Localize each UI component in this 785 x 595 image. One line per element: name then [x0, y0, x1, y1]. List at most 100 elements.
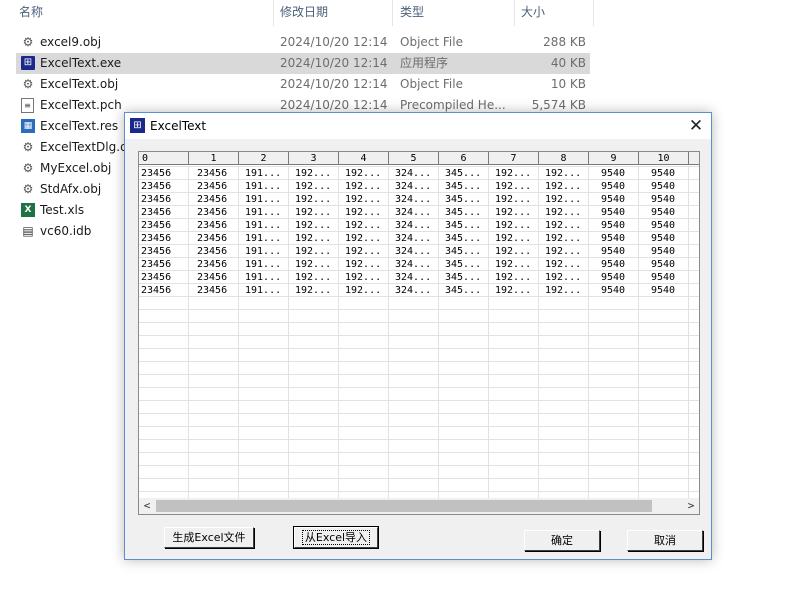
table-cell[interactable]: 23456 — [141, 180, 187, 193]
table-cell[interactable]: 192... — [295, 271, 337, 284]
table-cell[interactable]: 23456 — [197, 245, 237, 258]
table-cell[interactable]: 345... — [445, 271, 487, 284]
table-cell[interactable]: 23456 — [141, 271, 187, 284]
table-cell[interactable]: 345... — [445, 206, 487, 219]
table-cell[interactable]: 324... — [395, 232, 437, 245]
table-cell[interactable]: 192... — [295, 167, 337, 180]
table-cell[interactable]: 191... — [245, 232, 287, 245]
table-cell[interactable]: 192... — [345, 258, 387, 271]
close-icon[interactable]: ✕ — [681, 113, 711, 139]
table-cell[interactable]: 23456 — [141, 245, 187, 258]
column-header-cell[interactable]: 4 — [339, 152, 389, 165]
table-cell[interactable]: 191... — [245, 219, 287, 232]
table-cell[interactable]: 23456 — [141, 284, 187, 297]
table-cell[interactable]: 192... — [545, 206, 587, 219]
table-cell[interactable]: 192... — [295, 193, 337, 206]
table-cell[interactable]: 9540 — [651, 180, 687, 193]
table-cell[interactable]: 192... — [545, 258, 587, 271]
table-cell[interactable]: 192... — [495, 193, 537, 206]
table-cell[interactable]: 345... — [445, 180, 487, 193]
table-cell[interactable]: 192... — [545, 271, 587, 284]
table-cell[interactable]: 324... — [395, 258, 437, 271]
table-cell[interactable]: 191... — [245, 245, 287, 258]
horizontal-scrollbar[interactable]: < > — [139, 498, 699, 514]
table-cell[interactable]: 192... — [495, 167, 537, 180]
column-header-type[interactable]: 类型 — [400, 0, 424, 26]
table-cell[interactable]: 191... — [245, 284, 287, 297]
column-divider[interactable] — [593, 0, 594, 26]
table-cell[interactable]: 345... — [445, 284, 487, 297]
table-cell[interactable]: 9540 — [601, 232, 637, 245]
table-cell[interactable]: 192... — [495, 258, 537, 271]
table-cell[interactable]: 23456 — [197, 284, 237, 297]
scroll-right-icon[interactable]: > — [683, 498, 699, 514]
table-row[interactable]: 23456 23456 191... 192... 192... 324... 345...… — [139, 206, 699, 219]
table-cell[interactable]: 23456 — [141, 206, 187, 219]
table-cell[interactable]: 192... — [345, 180, 387, 193]
table-cell[interactable]: 9540 — [651, 232, 687, 245]
table-row[interactable]: 23456 23456 191... 192... 192... 324... 345...… — [139, 180, 699, 193]
table-cell[interactable]: 9540 — [601, 180, 637, 193]
table-cell[interactable]: 192... — [295, 180, 337, 193]
table-cell[interactable]: 23456 — [197, 219, 237, 232]
table-row[interactable]: 23456 23456 191... 192... 192... 324... 345...… — [139, 167, 699, 180]
table-cell[interactable]: 192... — [495, 180, 537, 193]
table-cell[interactable]: 9540 — [651, 193, 687, 206]
dialog-titlebar[interactable]: ⊞ ExcelText ✕ — [125, 113, 711, 139]
table-row[interactable]: 23456 23456 191... 192... 192... 324... 345...… — [139, 232, 699, 245]
table-cell[interactable]: 23456 — [141, 232, 187, 245]
column-header-cell[interactable]: 0 — [139, 152, 189, 165]
table-cell[interactable]: 23456 — [141, 258, 187, 271]
column-header-cell[interactable]: 9 — [589, 152, 639, 165]
table-cell[interactable]: 192... — [495, 271, 537, 284]
table-cell[interactable]: 324... — [395, 193, 437, 206]
table-cell[interactable]: 345... — [445, 245, 487, 258]
table-cell[interactable]: 192... — [295, 245, 337, 258]
table-row[interactable]: 23456 23456 191... 192... 192... 324... 345...… — [139, 258, 699, 271]
column-divider[interactable] — [514, 0, 515, 26]
table-cell[interactable]: 192... — [345, 232, 387, 245]
table-cell[interactable]: 191... — [245, 206, 287, 219]
table-cell[interactable]: 9540 — [651, 206, 687, 219]
column-header-cell[interactable]: 10 — [639, 152, 689, 165]
table-cell[interactable]: 345... — [445, 232, 487, 245]
data-grid[interactable]: 0 1 2 3 4 5 6 7 8 9 10 23456 23456 191... 192... 192..… — [138, 151, 700, 515]
table-cell[interactable]: 345... — [445, 167, 487, 180]
column-header-cell[interactable] — [689, 152, 699, 165]
table-cell[interactable]: 23456 — [141, 219, 187, 232]
table-cell[interactable]: 23456 — [141, 167, 187, 180]
table-cell[interactable]: 324... — [395, 245, 437, 258]
table-cell[interactable]: 9540 — [601, 284, 637, 297]
table-cell[interactable]: 9540 — [651, 271, 687, 284]
table-cell[interactable]: 324... — [395, 167, 437, 180]
table-cell[interactable]: 191... — [245, 258, 287, 271]
table-cell[interactable]: 191... — [245, 193, 287, 206]
table-cell[interactable]: 345... — [445, 258, 487, 271]
table-cell[interactable]: 192... — [345, 206, 387, 219]
table-cell[interactable]: 324... — [395, 219, 437, 232]
column-header-size[interactable]: 大小 — [521, 0, 545, 26]
import-excel-button[interactable]: 从Excel导入 — [293, 526, 379, 549]
table-cell[interactable]: 9540 — [651, 245, 687, 258]
table-cell[interactable]: 23456 — [197, 180, 237, 193]
table-cell[interactable]: 191... — [245, 271, 287, 284]
table-cell[interactable]: 192... — [495, 284, 537, 297]
table-cell[interactable]: 192... — [495, 219, 537, 232]
column-header-cell[interactable]: 7 — [489, 152, 539, 165]
scrollbar-thumb[interactable] — [156, 500, 652, 512]
scroll-left-icon[interactable]: < — [139, 498, 155, 514]
column-divider[interactable] — [273, 0, 274, 26]
table-cell[interactable]: 192... — [345, 271, 387, 284]
grid-body[interactable]: 23456 23456 191... 192... 192... 324... 345...… — [139, 166, 699, 500]
table-cell[interactable]: 324... — [395, 284, 437, 297]
table-cell[interactable]: 23456 — [197, 167, 237, 180]
table-cell[interactable]: 9540 — [601, 271, 637, 284]
column-header-cell[interactable]: 1 — [189, 152, 239, 165]
column-header-cell[interactable]: 6 — [439, 152, 489, 165]
table-cell[interactable]: 23456 — [141, 193, 187, 206]
table-cell[interactable]: 9540 — [601, 167, 637, 180]
table-cell[interactable]: 324... — [395, 180, 437, 193]
table-cell[interactable]: 23456 — [197, 232, 237, 245]
table-cell[interactable]: 192... — [295, 219, 337, 232]
table-cell[interactable]: 192... — [495, 206, 537, 219]
